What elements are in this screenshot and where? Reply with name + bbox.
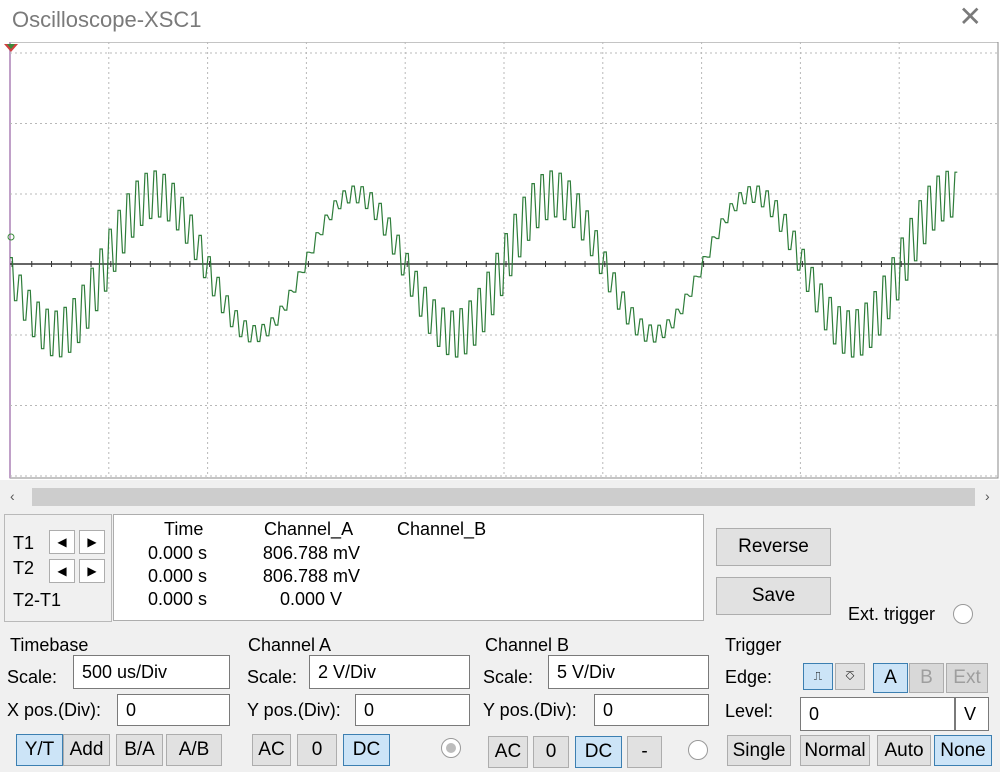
readout-header-channel-a: Channel_A	[264, 519, 354, 539]
t2-left-arrow-icon[interactable]: ◀	[49, 559, 75, 583]
ext-trigger-label: Ext. trigger	[848, 604, 936, 624]
readout-t1-time: 0.000 s	[147, 543, 207, 563]
channel-a-coupling-dc[interactable]: DC	[343, 734, 390, 766]
t2-label: T2	[13, 558, 35, 578]
timebase-scale-field[interactable]: 500 us/Div	[73, 655, 230, 689]
readout-t2-time: 0.000 s	[147, 566, 207, 586]
readout-t1-channel-a: 806.788 mV	[262, 543, 360, 563]
channel-b-terminal[interactable]	[688, 740, 708, 760]
timebase-title: Timebase	[10, 635, 89, 655]
readout-header-time: Time	[164, 519, 204, 539]
window-title: Oscilloscope-XSC1	[12, 7, 202, 32]
trigger-source-b[interactable]: B	[909, 663, 944, 693]
trigger-mode-none[interactable]: None	[934, 735, 992, 766]
channel-a-scale-label: Scale:	[247, 667, 298, 687]
scroll-thumb[interactable]	[32, 488, 975, 506]
timebase-mode-ba[interactable]: B/A	[116, 734, 163, 766]
t1-right-arrow-icon[interactable]: ▶	[79, 530, 105, 554]
trigger-mode-auto[interactable]: Auto	[877, 735, 931, 766]
channel-a-ypos-label: Y pos.(Div):	[247, 700, 341, 720]
channel-a-terminal[interactable]	[441, 738, 461, 758]
trigger-edge-label: Edge:	[725, 667, 773, 687]
readout-header-channel-b: Channel_B	[397, 519, 487, 539]
timebase-xpos-field[interactable]: 0	[117, 694, 230, 726]
reverse-button[interactable]: Reverse	[716, 528, 831, 566]
readout-diff-channel-a: 0.000 V	[279, 589, 342, 609]
channel-b-scale-label: Scale:	[483, 667, 534, 687]
channel-b-coupling-dc[interactable]: DC	[575, 736, 622, 768]
t2-t1-label: T2-T1	[13, 590, 62, 610]
falling-edge-icon[interactable]: ⎏	[835, 663, 865, 690]
channel-b-coupling-invert[interactable]: -	[627, 736, 662, 768]
channel-b-ypos-field[interactable]: 0	[594, 694, 709, 726]
t2-right-arrow-icon[interactable]: ▶	[79, 559, 105, 583]
trigger-level-field[interactable]: 0	[800, 697, 955, 731]
readout-diff-time: 0.000 s	[147, 589, 207, 609]
save-button[interactable]: Save	[716, 577, 831, 615]
t1-label: T1	[13, 533, 35, 553]
trigger-level-label: Level:	[725, 701, 774, 721]
channel-a-title: Channel A	[248, 635, 332, 655]
timebase-mode-add[interactable]: Add	[63, 734, 110, 766]
trigger-source-ext[interactable]: Ext	[946, 663, 988, 693]
cursor-readout: Time Channel_A Channel_B 0.000 s 806.788…	[113, 514, 704, 621]
channel-a-coupling-ac[interactable]: AC	[252, 734, 291, 766]
channel-b-ypos-label: Y pos.(Div):	[483, 700, 577, 720]
channel-a-ypos-field[interactable]: 0	[355, 694, 470, 726]
rising-edge-icon[interactable]: ⎍	[803, 663, 833, 690]
scroll-right-icon[interactable]: ›	[985, 488, 990, 504]
close-icon[interactable]: ✕	[959, 2, 982, 32]
trigger-mode-single[interactable]: Single	[727, 735, 791, 766]
channel-b-coupling-ac[interactable]: AC	[488, 736, 528, 768]
t1-left-arrow-icon[interactable]: ◀	[49, 530, 75, 554]
scroll-left-icon[interactable]: ‹	[10, 488, 15, 504]
trigger-source-a[interactable]: A	[873, 663, 908, 693]
timebase-scale-label: Scale:	[7, 667, 58, 687]
channel-b-scale-field[interactable]: 5 V/Div	[548, 655, 709, 689]
channel-b-coupling-zero[interactable]: 0	[533, 736, 569, 768]
ext-trigger-terminal[interactable]	[953, 604, 973, 624]
trigger-title: Trigger	[725, 635, 782, 655]
trigger-level-unit[interactable]: V	[955, 697, 989, 731]
timebase-mode-ab[interactable]: A/B	[166, 734, 222, 766]
channel-b-title: Channel B	[485, 635, 570, 655]
timebase-mode-yt[interactable]: Y/T	[16, 734, 63, 766]
timebase-xpos-label: X pos.(Div):	[7, 700, 102, 720]
channel-a-coupling-zero[interactable]: 0	[297, 734, 337, 766]
scope-screen	[4, 42, 999, 479]
trigger-mode-normal[interactable]: Normal	[800, 735, 870, 766]
readout-t2-channel-a: 806.788 mV	[262, 566, 360, 586]
channel-a-scale-field[interactable]: 2 V/Div	[309, 655, 470, 689]
